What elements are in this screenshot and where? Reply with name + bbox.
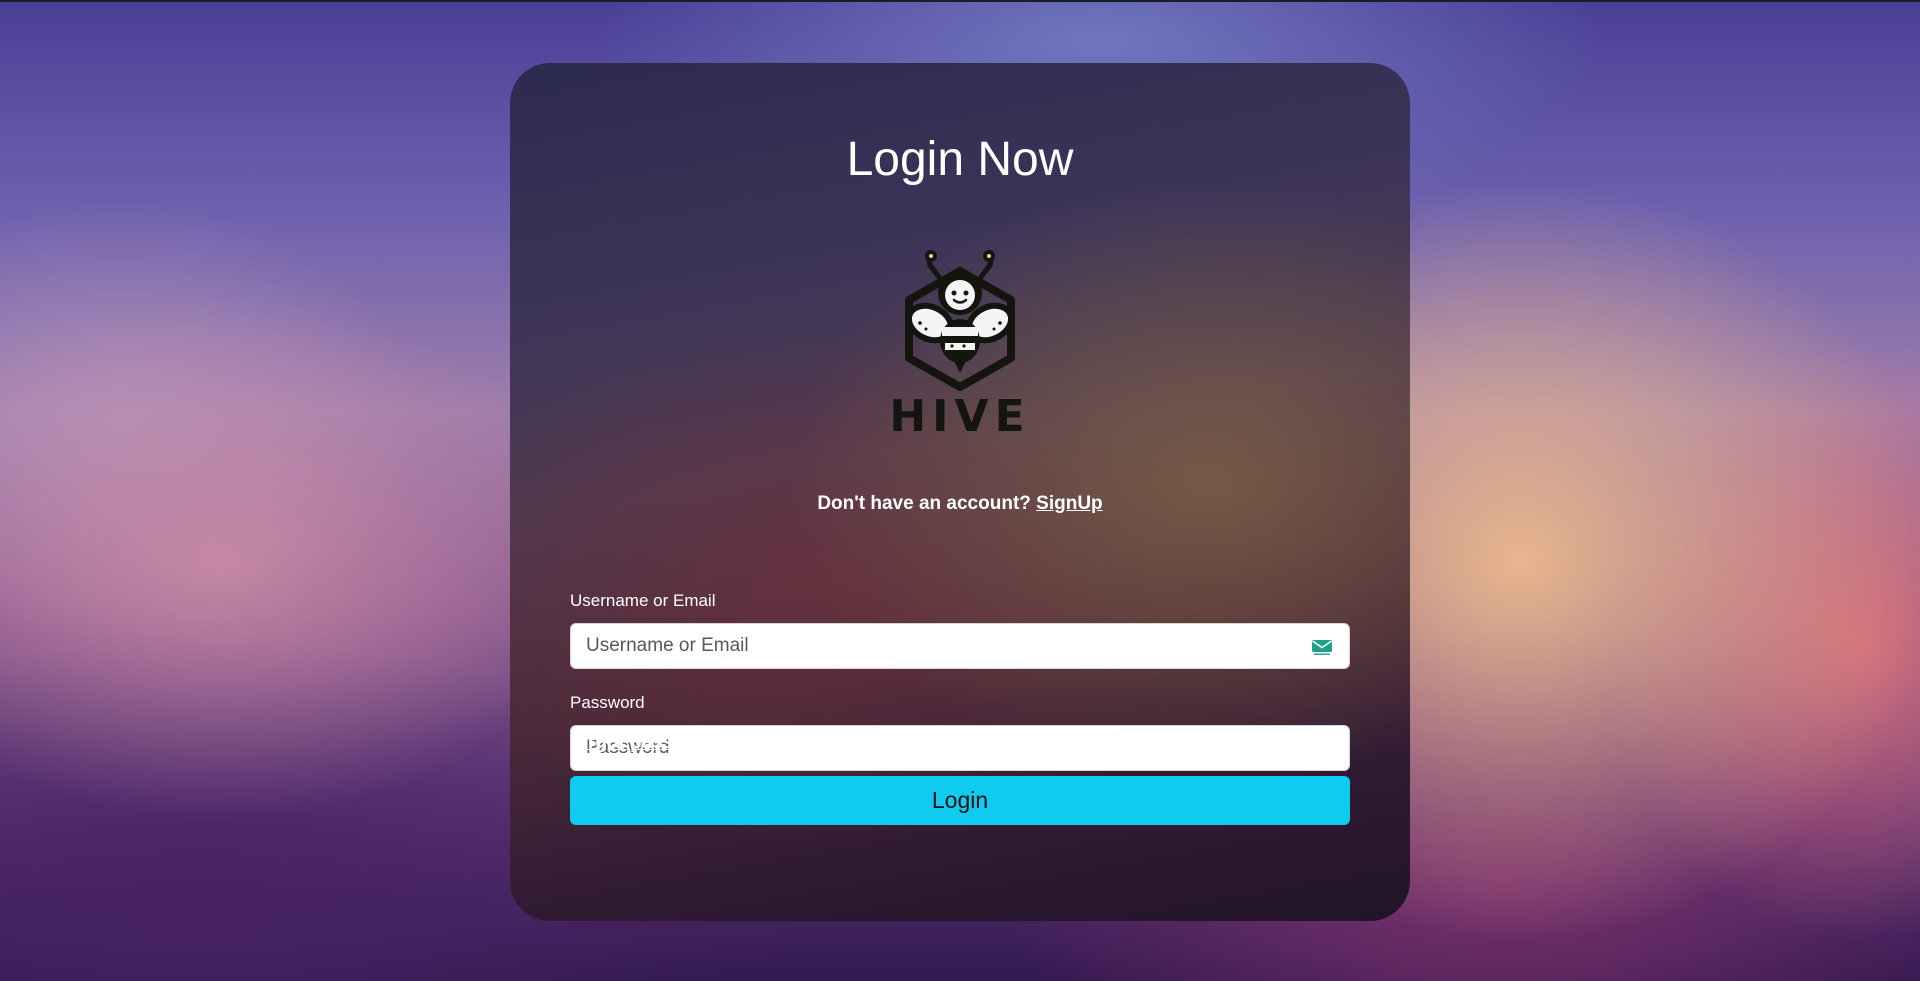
username-input[interactable]	[571, 624, 1286, 668]
brand-name: HIVE	[889, 391, 1030, 441]
page-title: Login Now	[846, 133, 1074, 186]
hive-logo: HIVE	[880, 231, 1040, 442]
forgot-password-link[interactable]: forgot password?	[570, 731, 730, 755]
username-field-wrapper	[570, 623, 1350, 669]
signup-prompt-text: Don't have an account?	[817, 493, 1037, 514]
mail-icon	[1312, 640, 1332, 655]
bee-hexagon-logo-icon: HIVE	[889, 250, 1030, 442]
login-card: Login Now HIVE Don't have an account? Si…	[510, 63, 1410, 921]
signup-prompt: Don't have an account? SignUp	[510, 492, 1410, 516]
signup-link[interactable]: SignUp	[1036, 493, 1103, 514]
password-label: Password	[570, 693, 645, 712]
username-label: Username or Email	[570, 591, 716, 610]
login-button[interactable]: Login	[570, 776, 1350, 825]
